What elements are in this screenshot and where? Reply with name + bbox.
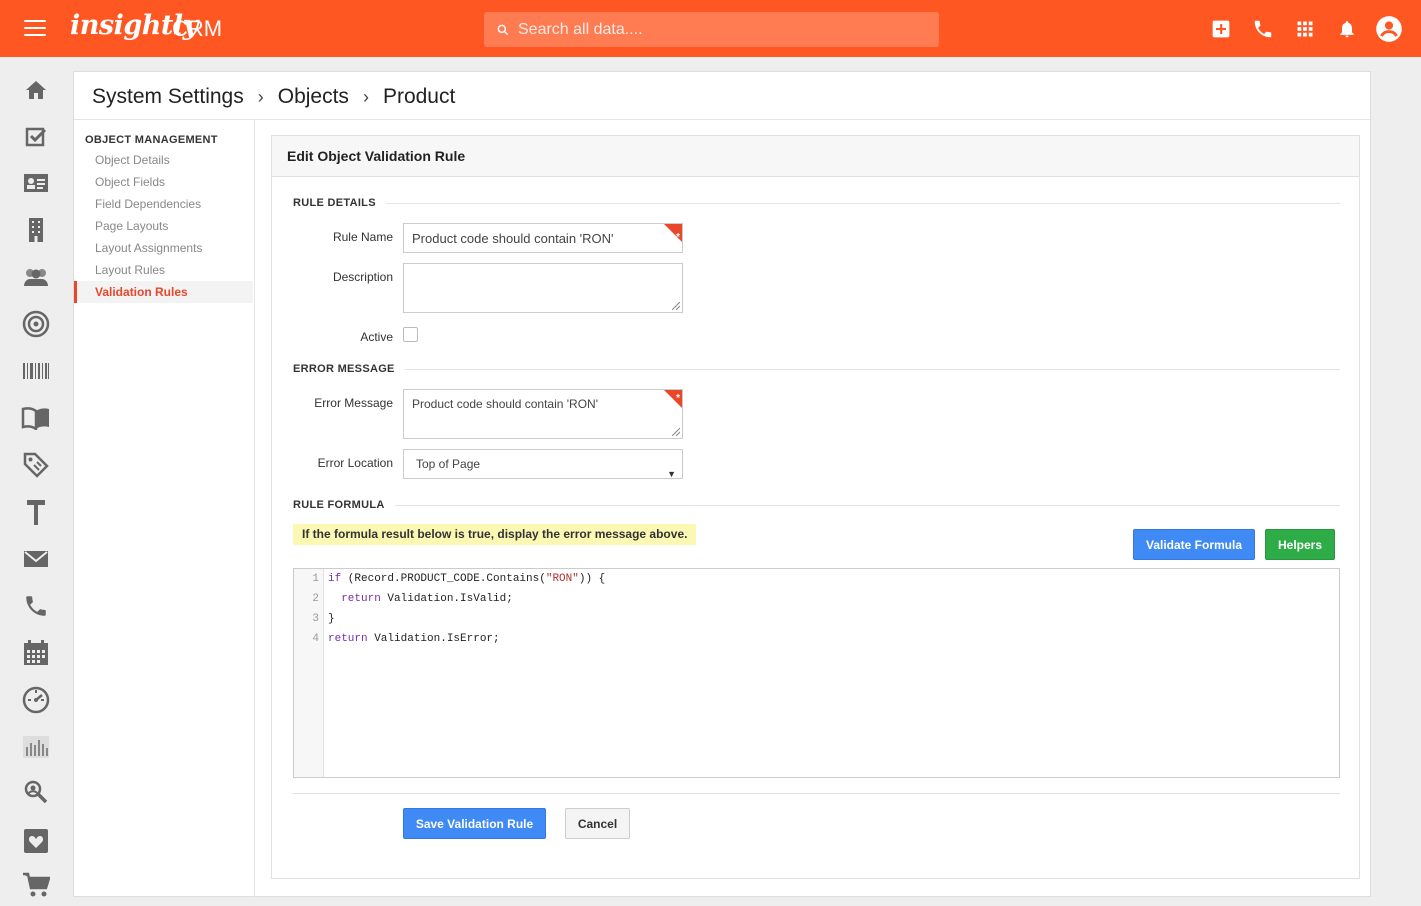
rule-name-label: Rule Name [332,230,393,244]
tags-icon[interactable] [20,449,52,481]
helpers-button[interactable]: Helpers [1265,529,1335,560]
breadcrumb-separator-icon: › [257,86,264,107]
save-validation-rule-button[interactable]: Save Validation Rule [403,808,546,839]
brand-suffix: CRM [172,16,223,41]
favorites-icon[interactable] [20,825,52,857]
resize-grip-icon[interactable] [672,302,680,310]
section-divider [293,369,1340,370]
code-keyword: return [328,593,381,605]
header-divider [74,119,1370,120]
subnav-item-object-fields[interactable]: Object Fields [74,171,253,193]
calls-icon[interactable] [20,590,52,622]
code-string: "RON" [545,573,579,585]
code-keyword: if [328,573,342,585]
subnav-heading: OBJECT MANAGEMENT [85,134,218,146]
code-line: if (Record.PRODUCT_CODE.Contains("RON"))… [328,569,605,589]
line-number: 4 [312,633,319,645]
section-divider [293,203,1340,204]
rule-name-value: Product code should contain 'RON' [412,231,614,246]
caret-down-icon: ▼ [667,469,676,479]
validate-formula-button[interactable]: Validate Formula [1133,529,1255,560]
resize-grip-icon[interactable] [672,428,680,436]
object-management-nav: OBJECT MANAGEMENT Object Details Object … [74,120,255,897]
search-people-icon[interactable] [20,777,52,809]
subnav-item-object-details[interactable]: Object Details [74,149,253,171]
reports-icon[interactable] [20,731,52,763]
knowledge-icon[interactable] [20,402,52,434]
section-divider [293,505,1340,506]
subnav-item-validation-rules[interactable]: Validation Rules [74,281,253,303]
apps-icon[interactable] [1290,14,1319,43]
code-line: return Validation.IsValid; [328,589,605,609]
formula-hint: If the formula result below is true, dis… [293,524,697,545]
menu-icon[interactable] [24,20,46,36]
cart-icon[interactable] [20,869,52,901]
opportunities-icon[interactable] [20,308,52,340]
breadcrumb-objects[interactable]: Objects [278,85,349,109]
subnav-item-page-layouts[interactable]: Page Layouts [74,215,253,237]
projects-icon[interactable] [20,496,52,528]
email-icon[interactable] [20,543,52,575]
active-checkbox[interactable] [403,327,418,342]
error-message-textarea[interactable]: Product code should contain 'RON' * [403,389,683,439]
breadcrumb-product: Product [382,85,456,108]
error-message-label: Error Message [314,396,393,410]
organizations-icon[interactable] [20,214,52,246]
code-text: Validation.IsError; [367,633,500,645]
section-error-message: ERROR MESSAGE [293,363,405,375]
phone-icon[interactable] [1248,14,1277,43]
breadcrumb: System Settings › Objects › Product [92,84,455,110]
error-location-value: Top of Page [416,457,481,471]
required-star-icon: * [676,393,680,404]
error-location-label: Error Location [317,456,393,470]
line-number: 3 [312,613,319,625]
description-textarea[interactable] [403,263,683,313]
code-lines: if (Record.PRODUCT_CODE.Contains("RON"))… [328,569,605,649]
breadcrumb-system-settings[interactable]: System Settings [92,85,244,109]
code-text: )) { [578,573,606,585]
line-number: 2 [312,593,319,605]
contacts-icon[interactable] [20,167,52,199]
code-keyword: return [328,633,368,645]
code-line: return Validation.IsError; [328,629,605,649]
search-input[interactable] [518,20,918,39]
leads-icon[interactable] [20,261,52,293]
products-icon[interactable] [20,355,52,387]
required-star-icon: * [676,232,680,243]
cancel-button[interactable]: Cancel [565,808,630,839]
tasks-icon[interactable] [20,121,52,153]
form-footer-divider [293,793,1340,794]
card-title: Edit Object Validation Rule [272,136,1359,177]
formula-editor[interactable]: 1 2 3 4 if (Record.PRODUCT_CODE.Contains… [293,568,1340,778]
main-panel: System Settings › Objects › Product OBJE… [73,71,1371,897]
code-text: } [328,613,335,625]
section-rule-formula: RULE FORMULA [293,499,395,511]
subnav-item-layout-assignments[interactable]: Layout Assignments [74,237,253,259]
global-search [484,12,939,47]
line-number: 1 [312,573,319,585]
code-text: Validation.IsValid; [380,593,513,605]
section-rule-details: RULE DETAILS [293,197,386,209]
left-nav [0,57,72,906]
line-number-gutter: 1 2 3 4 [294,569,324,777]
error-message-value: Product code should contain 'RON' [412,397,599,411]
calendar-icon[interactable] [20,637,52,669]
account-icon[interactable] [1374,14,1403,43]
subnav-item-layout-rules[interactable]: Layout Rules [74,259,253,281]
edit-validation-rule-card: Edit Object Validation Rule RULE DETAILS… [271,135,1360,879]
breadcrumb-separator-icon: › [362,86,369,107]
dashboard-icon[interactable] [20,684,52,716]
search-icon [497,24,509,35]
description-label: Description [332,270,393,284]
error-location-select[interactable]: Top of Page ▼ [403,449,683,479]
bell-icon[interactable] [1332,14,1361,43]
home-icon[interactable] [20,74,52,106]
active-label: Active [360,330,393,344]
add-icon[interactable] [1206,14,1235,43]
code-line: } [328,609,605,629]
top-bar: insightly CRM [0,0,1421,57]
code-text: (Record.PRODUCT_CODE.Contains( [341,573,546,585]
subnav-item-field-dependencies[interactable]: Field Dependencies [74,193,253,215]
rule-name-input[interactable]: Product code should contain 'RON' * [403,223,683,253]
